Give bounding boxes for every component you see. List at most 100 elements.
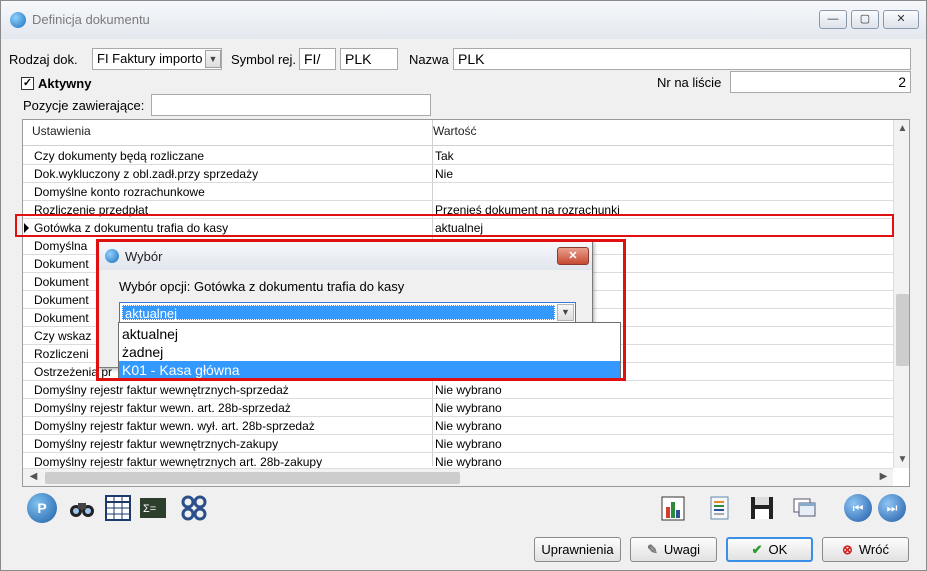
column-header-value[interactable]: Wartość <box>433 124 477 138</box>
horizontal-scrollbar[interactable]: ◀ ▶ <box>23 468 893 486</box>
nr-field[interactable]: 2 <box>730 71 911 93</box>
scroll-down-icon[interactable]: ▼ <box>894 454 909 465</box>
pozycje-label: Pozycje zawierające: <box>23 98 145 113</box>
document-list-icon[interactable] <box>704 493 734 523</box>
row-value: Nie wybrano <box>435 437 502 451</box>
row-setting: Czy wskaz <box>34 329 92 343</box>
table-row[interactable]: Dok.wykluczony z obl.zadł.przy sprzedaży… <box>23 165 893 183</box>
aktywny-checkbox[interactable]: ✓ <box>21 77 34 90</box>
table-row[interactable]: Czy dokumenty będą rozliczane Tak <box>23 147 893 165</box>
option-item-highlighted[interactable]: K01 - Kasa główna <box>119 361 620 379</box>
option-dropdown-list: aktualnej żadnej K01 - Kasa główna <box>118 322 621 379</box>
rodzaj-label: Rodzaj dok. <box>9 52 78 67</box>
wroc-label: Wróć <box>858 542 889 557</box>
row-pointer-icon <box>24 223 29 233</box>
option-item[interactable]: aktualnej <box>119 325 620 343</box>
row-setting: Rozliczenie przedpłat <box>34 203 149 217</box>
rodzaj-value: FI Faktury importo <box>97 51 203 66</box>
scroll-left-icon[interactable]: ◀ <box>25 471 42 482</box>
row-setting: Domyślny rejestr faktur wewnętrznych-zak… <box>34 437 279 451</box>
table-row[interactable]: Rozliczenie przedpłat Przenieś dokument n… <box>23 201 893 219</box>
symbol-code-field[interactable]: PLK <box>340 48 398 70</box>
formula-icon[interactable]: Σ= <box>138 493 168 523</box>
ok-label: OK <box>768 542 788 557</box>
next-icon[interactable]: ⏭ <box>878 494 906 522</box>
row-setting: Dokument <box>34 293 89 307</box>
calculator-table-icon[interactable] <box>103 493 133 523</box>
nazwa-field[interactable]: PLK <box>453 48 911 70</box>
chevron-down-icon[interactable]: ▼ <box>205 50 221 68</box>
row-value: Nie wybrano <box>435 419 502 433</box>
svg-text:Σ=: Σ= <box>143 503 156 515</box>
row-setting: Czy dokumenty będą rozliczane <box>34 149 205 163</box>
table-row[interactable]: Domyślny rejestr faktur wewnętrznych-zak… <box>23 435 893 453</box>
aktywny-label: Aktywny <box>38 76 92 91</box>
chart-icon[interactable] <box>658 493 688 523</box>
binoculars-icon[interactable] <box>67 493 97 523</box>
vertical-scrollbar[interactable]: ▲ ▼ <box>893 120 909 468</box>
title-bar: Definicja dokumentu — ▢ ✕ <box>1 1 926 39</box>
chevron-down-icon[interactable]: ▼ <box>557 304 574 321</box>
row-setting: Gotówka z dokumentu trafia do kasy <box>34 221 229 235</box>
nazwa-label: Nazwa <box>409 52 449 67</box>
prev-icon[interactable]: ⏮ <box>844 494 872 522</box>
dialog-app-icon <box>105 249 119 263</box>
row-setting: Domyślny rejestr faktur wewn. wył. art. … <box>34 419 315 433</box>
row-setting: Domyślny rejestr faktur wewnętrznych-spr… <box>34 383 289 397</box>
row-setting: Domyślna <box>34 239 88 253</box>
note-icon: ✎ <box>646 542 658 557</box>
pozycje-field[interactable] <box>151 94 431 116</box>
search-doc-icon[interactable]: P <box>27 493 57 523</box>
uprawnienia-button[interactable]: Uprawnienia <box>534 537 621 562</box>
row-value: Nie wybrano <box>435 455 502 469</box>
row-setting: Domyślny rejestr faktur wewnętrznych art… <box>34 455 323 469</box>
scroll-right-icon[interactable]: ▶ <box>875 471 892 482</box>
close-window-button[interactable]: ✕ <box>883 10 919 29</box>
row-value: Tak <box>435 149 454 163</box>
row-setting: Domyślne konto rozrachunkowe <box>34 185 205 199</box>
dialog-title-bar: Wybór ✕ <box>99 242 592 270</box>
uwagi-button[interactable]: ✎ Uwagi <box>630 537 717 562</box>
option-select[interactable]: aktualnej ▼ <box>119 302 576 323</box>
dialog-title: Wybór <box>125 249 163 264</box>
uwagi-label: Uwagi <box>663 542 701 557</box>
table-row[interactable]: Domyślny rejestr faktur wewnętrznych-spr… <box>23 381 893 399</box>
symbol-field[interactable]: FI/ <box>299 48 336 70</box>
scroll-up-icon[interactable]: ▲ <box>894 123 909 134</box>
grid-header: Ustawienia Wartość <box>23 120 893 146</box>
maximize-button[interactable]: ▢ <box>851 10 879 29</box>
rodzaj-combo[interactable]: FI Faktury importo <box>92 48 222 70</box>
row-value: Nie <box>435 167 454 181</box>
dialog-prompt: Wybór opcji: Gotówka z dokumentu trafia … <box>119 279 405 294</box>
row-setting: Rozliczeni <box>34 347 89 361</box>
table-row[interactable]: Domyślny rejestr faktur wewn. art. 28b-s… <box>23 399 893 417</box>
wroc-button[interactable]: ⊗ Wróć <box>822 537 909 562</box>
row-value: aktualnej <box>435 221 484 235</box>
window-title: Definicja dokumentu <box>32 12 150 27</box>
checkmark-icon: ✔ <box>751 542 763 557</box>
dialog-close-button[interactable]: ✕ <box>557 247 589 265</box>
horizontal-scroll-thumb[interactable] <box>45 472 460 484</box>
column-header-settings[interactable]: Ustawienia <box>32 124 91 138</box>
save-icon[interactable] <box>747 493 777 523</box>
table-row-current[interactable]: Gotówka z dokumentu trafia do kasy aktual… <box>23 219 893 237</box>
row-setting: Dokument <box>34 311 89 325</box>
uprawnienia-label: Uprawnienia <box>541 542 614 557</box>
row-value: Nie wybrano <box>435 383 502 397</box>
row-setting: Dok.wykluczony z obl.zadł.przy sprzedaży <box>34 167 259 181</box>
symbol-label: Symbol rej. <box>231 52 297 67</box>
gears-icon[interactable] <box>179 493 209 523</box>
option-select-value: aktualnej <box>122 305 555 321</box>
option-item[interactable]: żadnej <box>119 343 620 361</box>
minimize-button[interactable]: — <box>819 10 847 29</box>
row-value: Przenieś dokument na rozrachunki <box>435 203 620 217</box>
ok-button[interactable]: ✔ OK <box>726 537 813 562</box>
vertical-scroll-thumb[interactable] <box>896 294 909 366</box>
table-row[interactable]: Domyślne konto rozrachunkowe <box>23 183 893 201</box>
nr-label: Nr na liście <box>657 75 722 90</box>
row-setting: Dokument <box>34 257 89 271</box>
windows-icon[interactable] <box>791 493 821 523</box>
app-icon <box>10 12 26 28</box>
row-value: Nie wybrano <box>435 401 502 415</box>
table-row[interactable]: Domyślny rejestr faktur wewn. wył. art. … <box>23 417 893 435</box>
